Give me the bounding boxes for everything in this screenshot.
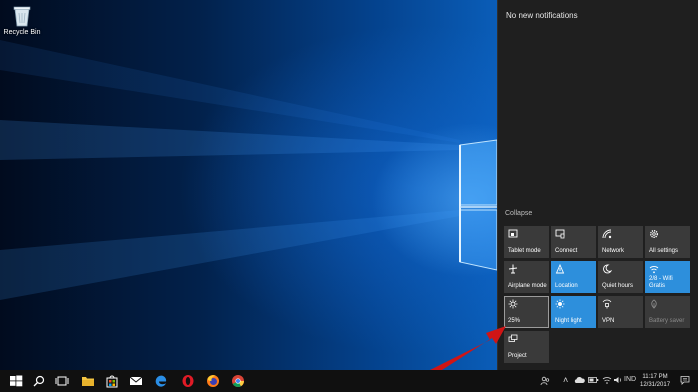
chrome-button[interactable] [230, 373, 246, 389]
vpn-icon [602, 299, 612, 309]
firefox-button[interactable] [205, 373, 221, 389]
action-center-icon[interactable] [680, 375, 690, 387]
tile-vpn[interactable]: VPN [598, 296, 643, 328]
store-button[interactable] [104, 373, 120, 389]
network-icon [602, 229, 612, 239]
chrome-icon [232, 375, 244, 388]
action-center-panel: No new notifications Collapse Tablet mod… [497, 0, 698, 370]
tile-label: VPN [602, 318, 615, 324]
tile-wifi[interactable]: 2/8 - Wifi Gratis [645, 261, 690, 293]
clock-date: 12/31/2017 [640, 382, 671, 388]
mail-button[interactable] [128, 373, 144, 389]
windows-logo-light-wallpaper [0, 40, 497, 300]
task-view-icon [55, 376, 69, 386]
tile-label: Tablet mode [508, 248, 541, 254]
recycle-bin-label: Recycle Bin [3, 29, 41, 36]
tile-network[interactable]: Network [598, 226, 643, 258]
tile-label: Location [555, 283, 578, 289]
tile-label: 2/8 - Wifi Gratis [649, 276, 673, 289]
edge-button[interactable] [153, 373, 169, 389]
chevron-up-icon[interactable]: ˄ [563, 375, 568, 385]
brightness-icon [508, 299, 518, 309]
tile-connect[interactable]: Connect [551, 226, 596, 258]
tile-quiet-hours[interactable]: Quiet hours [598, 261, 643, 293]
tile-label: All settings [649, 248, 679, 254]
wifi-tray-icon[interactable] [602, 376, 612, 386]
tile-battery-saver[interactable]: Battery saver [645, 296, 690, 328]
opera-icon [182, 375, 194, 387]
location-icon [555, 264, 565, 274]
onedrive-cloud-icon[interactable] [574, 376, 585, 386]
tile-night-light[interactable]: Night light [551, 296, 596, 328]
tile-location[interactable]: Location [551, 261, 596, 293]
tablet-mode-icon [508, 229, 518, 239]
firefox-icon [207, 375, 219, 387]
settings-gear-icon [649, 229, 659, 239]
collapse-link[interactable]: Collapse [505, 210, 532, 217]
wifi-icon [649, 264, 659, 274]
recycle-bin-icon [11, 4, 33, 28]
night-light-icon [555, 299, 565, 309]
tile-label: Connect [555, 248, 578, 254]
project-icon [508, 334, 518, 344]
recycle-bin-shortcut[interactable]: Recycle Bin [2, 4, 42, 36]
language-indicator[interactable]: IND [624, 376, 636, 383]
moon-icon [602, 264, 612, 274]
desktop-background: Recycle Bin [0, 0, 497, 370]
file-explorer-button[interactable] [80, 373, 96, 389]
start-button[interactable] [8, 373, 24, 389]
task-view-button[interactable] [54, 373, 70, 389]
volume-icon[interactable] [613, 376, 623, 386]
search-button[interactable] [31, 373, 47, 389]
search-icon [33, 375, 45, 387]
tile-brightness[interactable]: 25% [504, 296, 549, 328]
tile-tablet-mode[interactable]: Tablet mode [504, 226, 549, 258]
edge-icon [155, 375, 167, 387]
battery-saver-icon [649, 299, 659, 309]
folder-icon [82, 377, 94, 386]
notifications-status-text: No new notifications [506, 11, 578, 20]
tile-label: 25% [508, 318, 521, 324]
taskbar: ˄ IND 11:17 PM 12/31/2017 [0, 370, 698, 392]
connect-icon [555, 229, 565, 239]
people-icon[interactable] [540, 376, 550, 388]
tile-project[interactable]: Project [504, 331, 549, 363]
airplane-icon [508, 264, 518, 274]
tile-label: Night light [555, 318, 582, 324]
tile-label: Airplane mode [508, 283, 547, 289]
clock[interactable]: 11:17 PM 12/31/2017 [640, 373, 670, 389]
tile-all-settings[interactable]: All settings [645, 226, 690, 258]
tile-label: Network [602, 248, 625, 254]
mail-icon [129, 376, 143, 385]
battery-icon[interactable] [588, 376, 599, 386]
windows-logo-icon [10, 375, 23, 387]
tile-label: Battery saver [649, 318, 685, 324]
clock-time: 11:17 PM [642, 374, 668, 380]
store-bag-icon [106, 375, 118, 388]
tile-label: Quiet hours [602, 283, 634, 289]
tile-label: Project [508, 353, 527, 359]
opera-button[interactable] [180, 373, 196, 389]
tile-airplane-mode[interactable]: Airplane mode [504, 261, 549, 293]
